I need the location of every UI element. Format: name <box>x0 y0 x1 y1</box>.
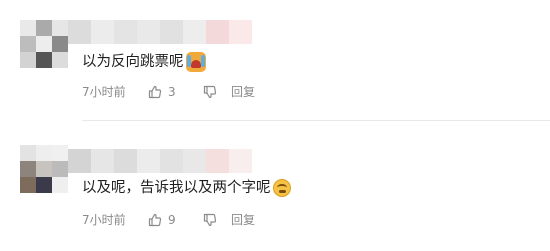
username[interactable] <box>68 20 252 44</box>
avatar-pixel <box>52 177 68 193</box>
avatar-pixel <box>20 36 36 52</box>
avatar[interactable] <box>20 145 68 193</box>
avatar-pixel <box>20 161 36 177</box>
username-pixel <box>229 20 252 44</box>
avatar-pixel <box>36 36 52 52</box>
username-pixel <box>137 20 160 44</box>
comment-body: 以及呢，告诉我以及两个字呢 <box>82 180 271 196</box>
comment-meta: 7小时前 9 回复 <box>82 212 255 228</box>
dizzy-face-emoji-icon <box>272 179 291 197</box>
comment-body: 以为反向跳票呢 <box>82 54 184 70</box>
avatar-pixel <box>36 145 52 161</box>
avatar-pixel <box>52 52 68 68</box>
comment-item: 以及呢，告诉我以及两个字呢 7小时前 9 回复 <box>0 121 550 251</box>
comment-text: 以及呢，告诉我以及两个字呢 <box>82 178 291 198</box>
reply-button[interactable]: 回复 <box>231 212 255 228</box>
username-pixel <box>68 20 91 44</box>
comment-meta: 7小时前 3 回复 <box>82 84 255 100</box>
username-pixel <box>183 149 206 173</box>
avatar-pixel <box>36 20 52 36</box>
username-pixel <box>206 20 229 44</box>
username-pixel <box>137 149 160 173</box>
crying-face-emoji-icon <box>185 52 206 72</box>
avatar-pixel <box>20 145 36 161</box>
reply-button[interactable]: 回复 <box>231 84 255 100</box>
username-pixel <box>114 20 137 44</box>
like-button[interactable]: 3 <box>148 84 203 100</box>
avatar-pixel <box>20 20 36 36</box>
timestamp: 7小时前 <box>82 213 126 227</box>
username-pixel <box>68 149 91 173</box>
username-pixel <box>114 149 137 173</box>
username-pixel <box>206 149 229 173</box>
avatar-pixel <box>36 161 52 177</box>
username-pixel <box>91 149 114 173</box>
like-count: 9 <box>168 213 176 227</box>
thumbs-down-icon <box>203 85 217 99</box>
thumbs-up-icon <box>148 85 162 99</box>
comment-text: 以为反向跳票呢 <box>82 52 206 72</box>
avatar-pixel <box>52 161 68 177</box>
dislike-button[interactable] <box>203 213 231 227</box>
avatar-pixel <box>36 177 52 193</box>
thumbs-up-icon <box>148 213 162 227</box>
avatar-pixel <box>52 145 68 161</box>
dislike-button[interactable] <box>203 85 231 99</box>
username-pixel <box>91 20 114 44</box>
like-button[interactable]: 9 <box>148 212 203 228</box>
username-pixel <box>229 149 252 173</box>
avatar-pixel <box>20 52 36 68</box>
username-pixel <box>183 20 206 44</box>
username-pixel <box>160 20 183 44</box>
avatar-pixel <box>36 52 52 68</box>
timestamp: 7小时前 <box>82 85 126 99</box>
comment-item: 以为反向跳票呢 7小时前 3 回复 <box>0 0 550 121</box>
like-count: 3 <box>168 85 176 99</box>
avatar-pixel <box>52 20 68 36</box>
username-pixel <box>160 149 183 173</box>
avatar-pixel <box>52 36 68 52</box>
avatar-pixel <box>20 177 36 193</box>
thumbs-down-icon <box>203 213 217 227</box>
avatar[interactable] <box>20 20 68 68</box>
username[interactable] <box>68 149 252 173</box>
